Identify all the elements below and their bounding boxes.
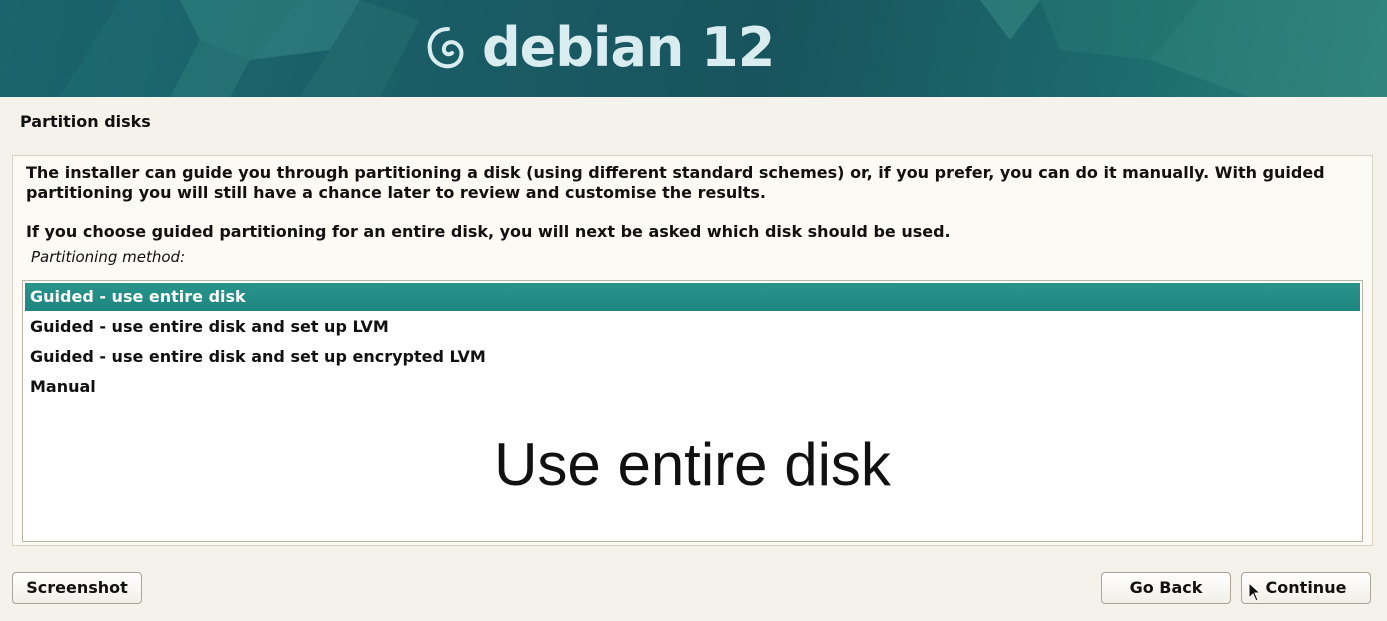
content-panel: The installer can guide you through part…: [12, 155, 1373, 546]
partitioning-method-label: Partitioning method:: [31, 248, 186, 266]
option-guided-entire-disk[interactable]: Guided - use entire disk: [25, 283, 1360, 311]
intro-paragraph: The installer can guide you through part…: [26, 163, 1325, 202]
debian-logo: debian 12: [424, 16, 775, 80]
mouse-pointer-icon: [1248, 582, 1262, 602]
go-back-button[interactable]: Go Back: [1101, 572, 1231, 604]
option-guided-lvm[interactable]: Guided - use entire disk and set up LVM: [25, 313, 1360, 341]
option-guided-encrypted-lvm[interactable]: Guided - use entire disk and set up encr…: [25, 343, 1360, 371]
debian-swirl-icon: [427, 27, 464, 69]
screenshot-button[interactable]: Screenshot: [12, 572, 142, 604]
debian-wordmark: debian 12: [482, 16, 775, 79]
page-title: Partition disks: [20, 112, 151, 131]
overlay-caption: Use entire disk: [494, 431, 891, 498]
intro-text: The installer can guide you through part…: [26, 163, 1346, 242]
intro-paragraph-disk: If you choose guided partitioning for an…: [26, 222, 951, 241]
debian-banner: debian 12: [0, 0, 1387, 97]
option-manual[interactable]: Manual: [25, 373, 1360, 401]
partitioning-method-list[interactable]: Guided - use entire disk Guided - use en…: [22, 280, 1363, 542]
